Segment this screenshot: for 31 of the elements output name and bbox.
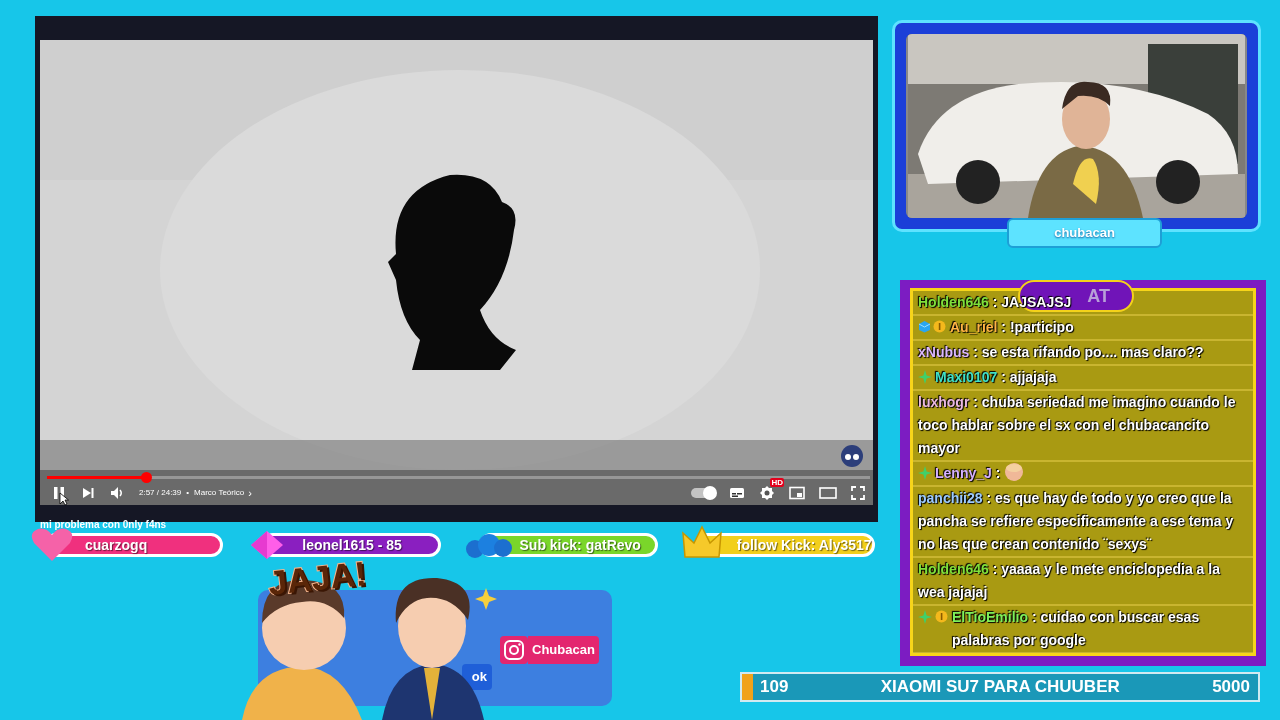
volume-icon[interactable] [109, 485, 125, 501]
channel-logo-icon [840, 444, 864, 468]
video-title: mi problema con 0nly f4ns [40, 519, 167, 531]
time-display: 2:57 / 24:39 [139, 487, 182, 499]
miniplayer-icon[interactable] [789, 486, 805, 500]
theater-mode-icon[interactable] [819, 487, 837, 499]
hd-badge: HD [770, 478, 784, 487]
scrubber-handle[interactable] [140, 472, 152, 483]
goal-target: 5000 [1212, 676, 1250, 699]
goal-current: 109 [760, 676, 789, 699]
instagram-icon[interactable] [500, 636, 528, 664]
crown-icon [681, 525, 722, 561]
emote-icon [1004, 462, 1025, 482]
next-icon[interactable] [81, 486, 95, 500]
sticker-caption: JAJA! [266, 554, 368, 602]
chat-message-text: Au_riel : !participo [950, 318, 1074, 337]
goal-title: XIAOMI SU7 PARA CHUUBER [880, 676, 1120, 699]
streamer-name: chubacan [1007, 218, 1162, 248]
settings-icon[interactable] [759, 485, 775, 501]
chapter-link[interactable]: Marco Teórico › [194, 484, 252, 502]
cursor-icon [59, 492, 69, 506]
social-link[interactable]: Chubacan [528, 636, 599, 664]
separator-dot: • [186, 487, 190, 499]
chat-message-text: ElTioEmilio : cuidao con buscar esas palabras por google [952, 608, 1201, 650]
chat-message-text: Lenny_J : [935, 462, 1025, 485]
chat-message-text: Maxi0107 : ajjajaja [935, 368, 1057, 387]
subtitles-icon[interactable] [729, 486, 745, 500]
autoplay-toggle[interactable] [691, 488, 715, 498]
chat-message-text: luxhogr : chuba seriedad me imagino cuando le toco hablar sobre el sx con el chubacancito mayor [918, 393, 1237, 458]
chat-message-text: xNubus : se esta rifando po.... mas claro?? [918, 343, 1204, 362]
fullscreen-icon[interactable] [851, 486, 865, 500]
